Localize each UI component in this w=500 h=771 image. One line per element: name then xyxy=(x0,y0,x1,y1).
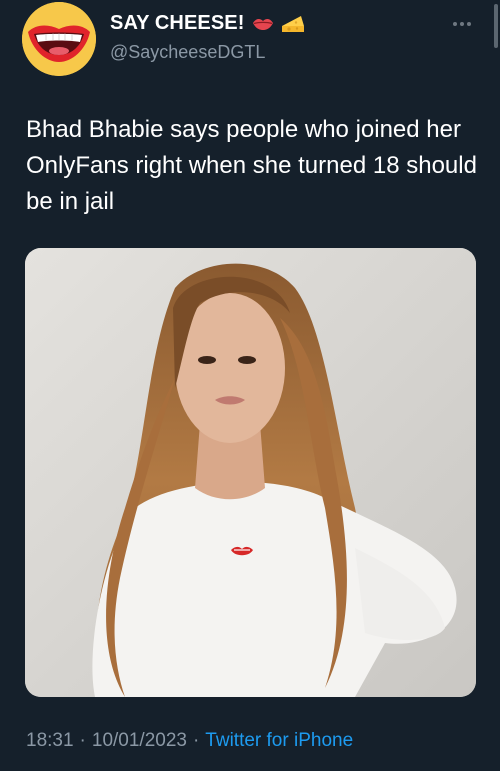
tweet-date: 10/01/2023 xyxy=(91,730,187,751)
tweet-meta: 18:31 · 10/01/2023 · Twitter for iPhone xyxy=(26,730,353,752)
lips-emoji-icon xyxy=(252,17,274,31)
meta-separator: · xyxy=(79,730,86,751)
tweet: SAY CHEESE! @SaycheeseDGTL Bhad Bhabie s… xyxy=(0,0,500,771)
tweet-text: Bhad Bhabie says people who joined her O… xyxy=(26,116,477,215)
meta-separator: · xyxy=(192,730,200,751)
photo-image xyxy=(25,248,476,697)
author-name-row: SAY CHEESE! xyxy=(110,12,305,35)
cheese-emoji-icon xyxy=(281,14,305,34)
author-avatar[interactable] xyxy=(22,2,96,76)
tweet-media-photo[interactable] xyxy=(25,248,476,697)
say-cheese-logo-icon xyxy=(22,2,96,76)
author-handle[interactable]: @SaycheeseDGTL xyxy=(110,42,265,63)
tweet-source-link[interactable]: Twitter for iPhone xyxy=(205,730,353,751)
more-horizontal-icon xyxy=(453,22,471,26)
scrollbar[interactable] xyxy=(494,4,498,48)
tweet-time: 18:31 xyxy=(26,730,74,751)
author-display-name[interactable]: SAY CHEESE! xyxy=(110,12,245,35)
more-options-button[interactable] xyxy=(450,14,474,34)
